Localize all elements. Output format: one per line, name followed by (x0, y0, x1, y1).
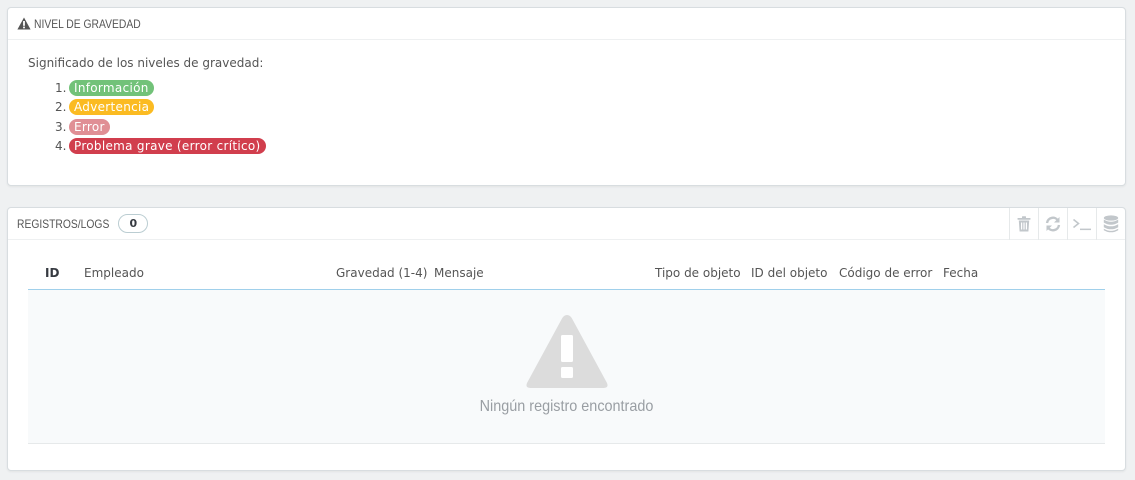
empty-state: Ningún registro encontrado (28, 290, 1105, 444)
column-header-object-id[interactable]: ID del objeto (751, 266, 827, 280)
severity-level-item: 2. Advertencia (55, 98, 1125, 118)
severity-intro: Significado de los niveles de gravedad: (28, 56, 264, 70)
terminal-icon (1073, 218, 1091, 231)
logs-table-header: ID Empleado Gravedad (1-4) Mensaje Tipo … (28, 258, 1105, 290)
logs-panel-heading: REGISTROS/LOGS 0 (8, 208, 1125, 240)
logs-table: ID Empleado Gravedad (1-4) Mensaje Tipo … (28, 258, 1105, 444)
delete-logs-button[interactable] (1009, 208, 1038, 240)
sql-query-button[interactable] (1067, 208, 1096, 240)
logs-panel: REGISTROS/LOGS 0 ID Empleado Gravedad (1… (7, 207, 1126, 471)
column-header-severity[interactable]: Gravedad (1-4) (336, 266, 427, 280)
severity-badge-critical: Problema grave (error crítico) (69, 138, 266, 155)
severity-level-number: 3. (55, 119, 67, 134)
severity-level-item: 1. Información (55, 78, 1125, 98)
trash-icon (1017, 216, 1031, 232)
column-header-object-type[interactable]: Tipo de objeto (655, 266, 741, 280)
severity-badge-error: Error (69, 118, 110, 135)
logs-count-badge: 0 (118, 214, 149, 233)
column-header-error-code[interactable]: Código de error (839, 266, 932, 280)
severity-badge-warning: Advertencia (69, 99, 155, 116)
refresh-button[interactable] (1038, 208, 1067, 240)
column-header-date[interactable]: Fecha (943, 266, 978, 280)
warning-icon (526, 315, 608, 388)
severity-panel: NIVEL DE GRAVEDAD Significado de los niv… (7, 7, 1126, 186)
warning-icon (17, 17, 31, 30)
logs-toolbar (1009, 208, 1125, 240)
logs-panel-title: REGISTROS/LOGS (17, 216, 110, 231)
column-header-id[interactable]: ID (45, 266, 59, 280)
severity-level-item: 4. Problema grave (error crítico) (55, 137, 1125, 157)
severity-level-number: 1. (55, 80, 67, 95)
severity-panel-heading: NIVEL DE GRAVEDAD (8, 8, 1125, 40)
empty-state-message: Ningún registro encontrado (28, 398, 1105, 416)
refresh-icon (1045, 216, 1061, 232)
column-header-message[interactable]: Mensaje (434, 266, 484, 280)
severity-level-number: 4. (55, 139, 67, 154)
column-header-employee[interactable]: Empleado (84, 266, 144, 280)
database-icon (1103, 215, 1119, 233)
severity-levels-list: 1. Información 2. Advertencia 3. Error 4… (28, 78, 1125, 156)
export-database-button[interactable] (1096, 208, 1125, 240)
severity-badge-info: Información (69, 79, 154, 96)
severity-panel-title: NIVEL DE GRAVEDAD (34, 16, 141, 31)
severity-level-number: 2. (55, 100, 67, 115)
severity-level-item: 3. Error (55, 117, 1125, 137)
empty-state-message-text: Ningún registro encontrado (479, 398, 654, 415)
